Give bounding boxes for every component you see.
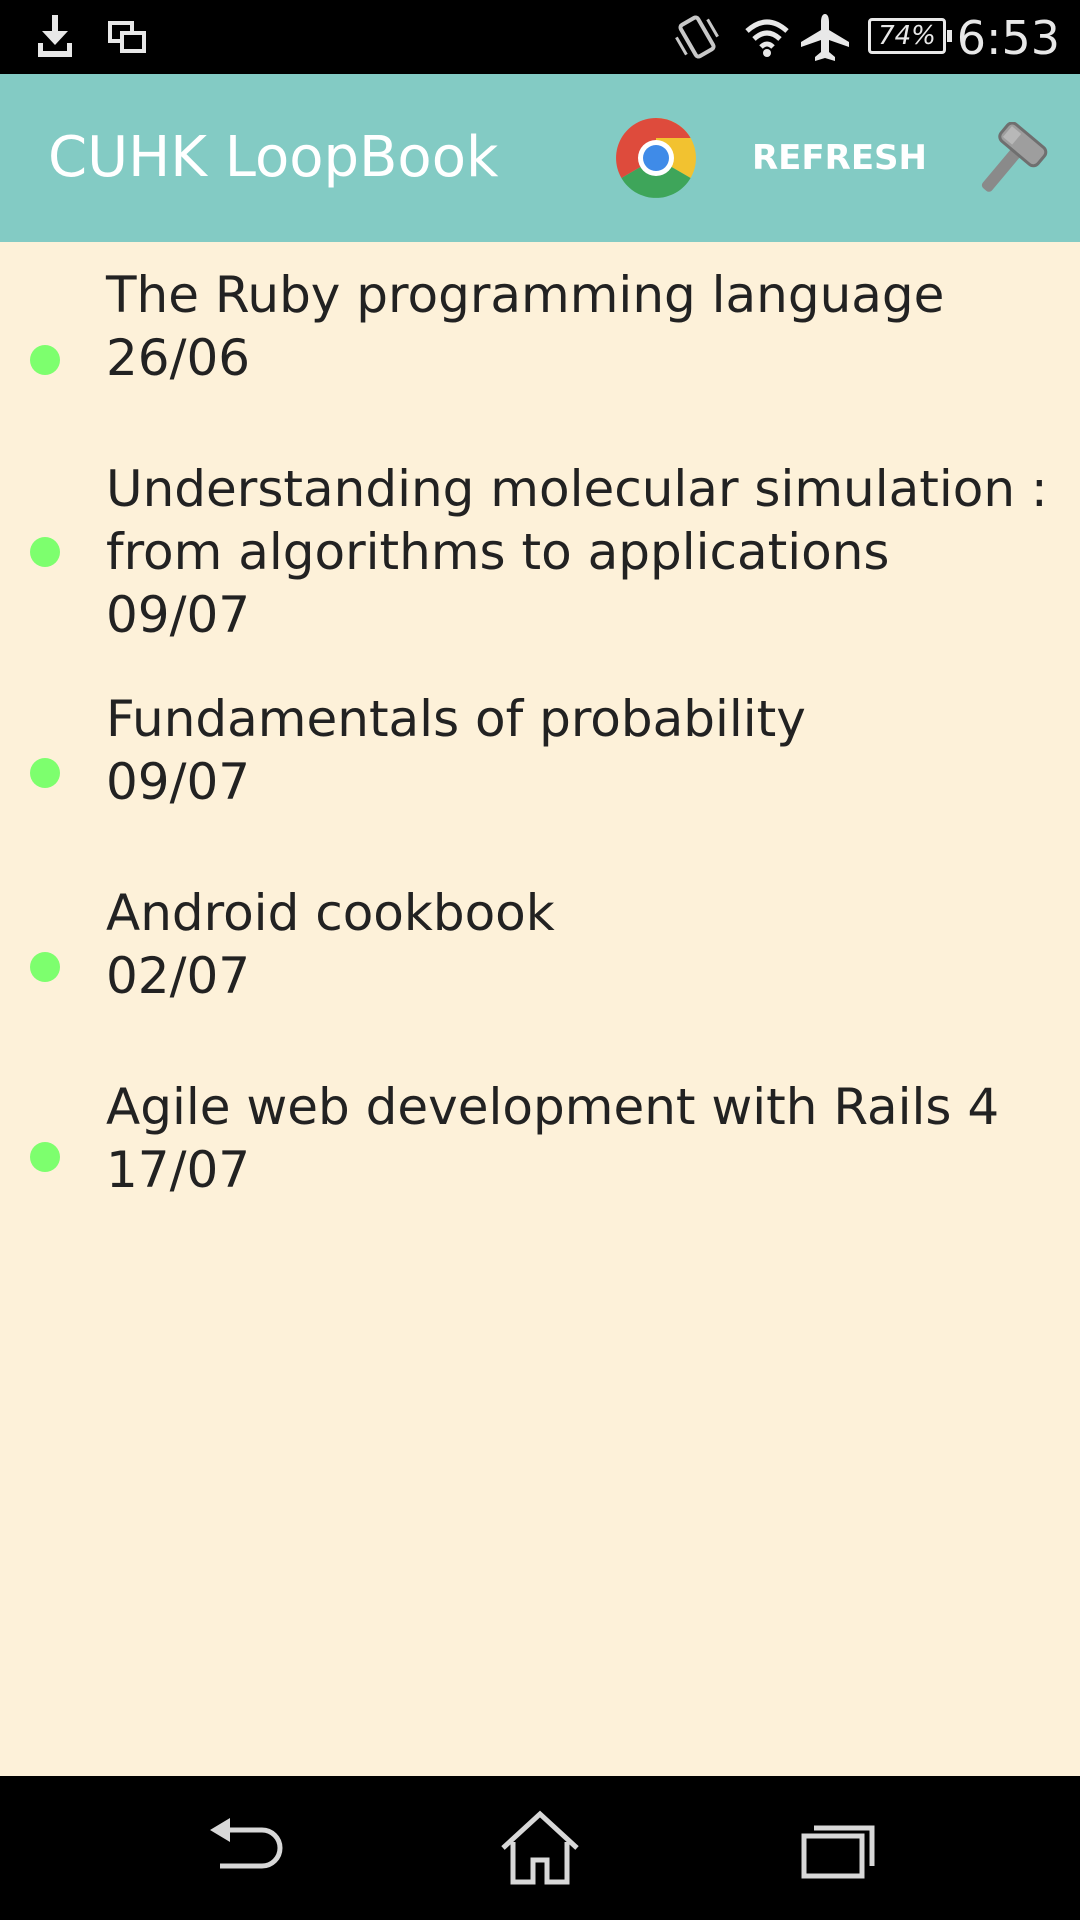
back-icon[interactable] bbox=[196, 1808, 286, 1888]
app-bar: CUHK LoopBook REFRESH bbox=[0, 74, 1080, 242]
status-dot bbox=[30, 537, 60, 567]
status-bar: 74% 6:53 bbox=[0, 0, 1080, 74]
navigation-bar bbox=[0, 1776, 1080, 1920]
book-title-line-2: from algorithms to applications bbox=[106, 523, 890, 581]
list-item[interactable]: Understanding molecular simulation : fro… bbox=[0, 458, 1080, 658]
book-title: Fundamentals of probability bbox=[106, 690, 806, 748]
app-title: CUHK LoopBook bbox=[48, 125, 499, 190]
vibrate-icon bbox=[670, 0, 724, 74]
clock-time: 6:53 bbox=[956, 11, 1060, 65]
book-title-line-1: Understanding molecular simulation : bbox=[106, 460, 1048, 518]
status-dot bbox=[30, 758, 60, 788]
list-item[interactable]: Android cookbook 02/07 bbox=[0, 882, 1080, 1032]
book-title: Android cookbook bbox=[106, 884, 555, 942]
book-date: 17/07 bbox=[106, 1141, 251, 1199]
list-item[interactable]: Agile web development with Rails 4 17/07 bbox=[0, 1076, 1080, 1226]
status-dot bbox=[30, 345, 60, 375]
wifi-icon bbox=[742, 0, 792, 74]
status-dot bbox=[30, 952, 60, 982]
chrome-icon[interactable] bbox=[612, 114, 700, 202]
book-title: Agile web development with Rails 4 bbox=[106, 1078, 1000, 1136]
book-date: 09/07 bbox=[106, 586, 251, 644]
book-title: The Ruby programming language bbox=[106, 266, 945, 324]
download-icon bbox=[30, 0, 80, 74]
list-item[interactable]: The Ruby programming language 26/06 bbox=[0, 264, 1080, 414]
screen-mirror-icon bbox=[104, 0, 150, 74]
recent-apps-icon[interactable] bbox=[794, 1808, 884, 1888]
status-dot bbox=[30, 1142, 60, 1172]
book-date: 09/07 bbox=[106, 753, 251, 811]
refresh-button[interactable]: REFRESH bbox=[752, 74, 927, 242]
list-item[interactable]: Fundamentals of probability 09/07 bbox=[0, 688, 1080, 838]
airplane-mode-icon bbox=[798, 0, 852, 74]
settings-hammer-icon[interactable] bbox=[968, 121, 1048, 202]
book-date: 02/07 bbox=[106, 947, 251, 1005]
home-icon[interactable] bbox=[495, 1808, 585, 1888]
book-date: 26/06 bbox=[106, 329, 251, 387]
battery-level: 74% bbox=[868, 18, 952, 54]
